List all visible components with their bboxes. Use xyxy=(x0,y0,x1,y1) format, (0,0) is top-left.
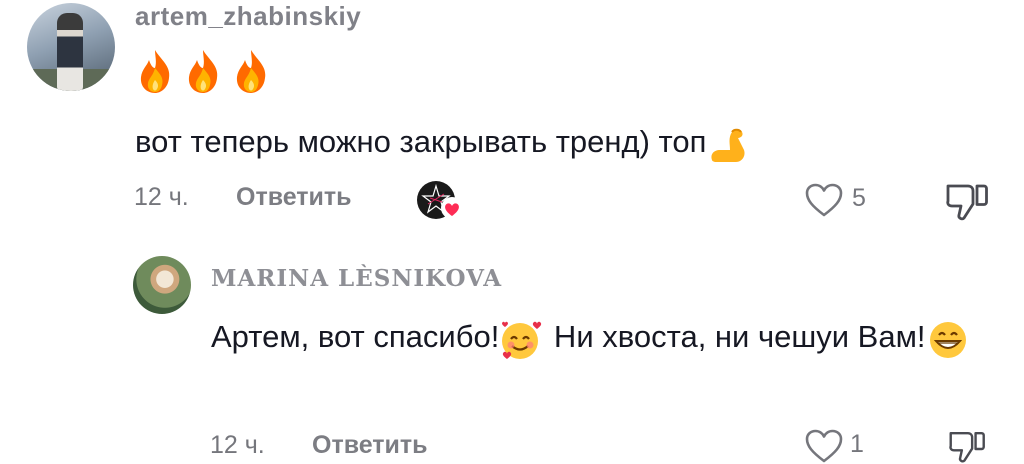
emoji-line xyxy=(135,48,271,94)
avatar[interactable] xyxy=(27,3,115,91)
heart-icon[interactable] xyxy=(804,182,844,218)
reply-username[interactable]: MARINA LÈSNIKOVA xyxy=(211,265,502,292)
comment-timestamp: 12 ч. xyxy=(134,183,189,211)
reply-timestamp: 12 ч. xyxy=(210,431,265,459)
reply-text-part1: Артем, вот спасибо! xyxy=(211,319,500,354)
thumbs-down-icon[interactable] xyxy=(944,428,990,464)
reply-button[interactable]: Ответить xyxy=(312,431,428,460)
flexed-biceps-emoji xyxy=(711,128,745,162)
like-count: 1 xyxy=(850,430,864,458)
heart-icon[interactable] xyxy=(804,428,844,464)
thumbs-down-icon[interactable] xyxy=(944,180,990,222)
smiling-face-with-hearts-emoji xyxy=(502,321,542,359)
reply-button[interactable]: Ответить xyxy=(236,183,352,212)
fire-emoji xyxy=(188,50,218,93)
comment-username[interactable]: artem_zhabinskiy xyxy=(135,1,361,32)
like-count: 5 xyxy=(852,184,866,212)
comment-text-body: вот теперь можно закрывать тренд) топ xyxy=(135,124,707,159)
fire-emoji xyxy=(236,50,266,93)
reply-text: Артем, вот спасибо! Ни хвоста, ни чешуи … xyxy=(211,305,991,369)
creator-liked-badge-icon xyxy=(417,181,463,219)
fire-emoji xyxy=(140,50,170,93)
avatar-figure xyxy=(57,13,83,91)
reply-text-part2: Ни хвоста, ни чешуи Вам! xyxy=(545,319,926,354)
comment-text: вот теперь можно закрывать тренд) топ xyxy=(135,110,752,174)
grinning-face-emoji xyxy=(929,321,966,358)
avatar[interactable] xyxy=(133,256,191,314)
